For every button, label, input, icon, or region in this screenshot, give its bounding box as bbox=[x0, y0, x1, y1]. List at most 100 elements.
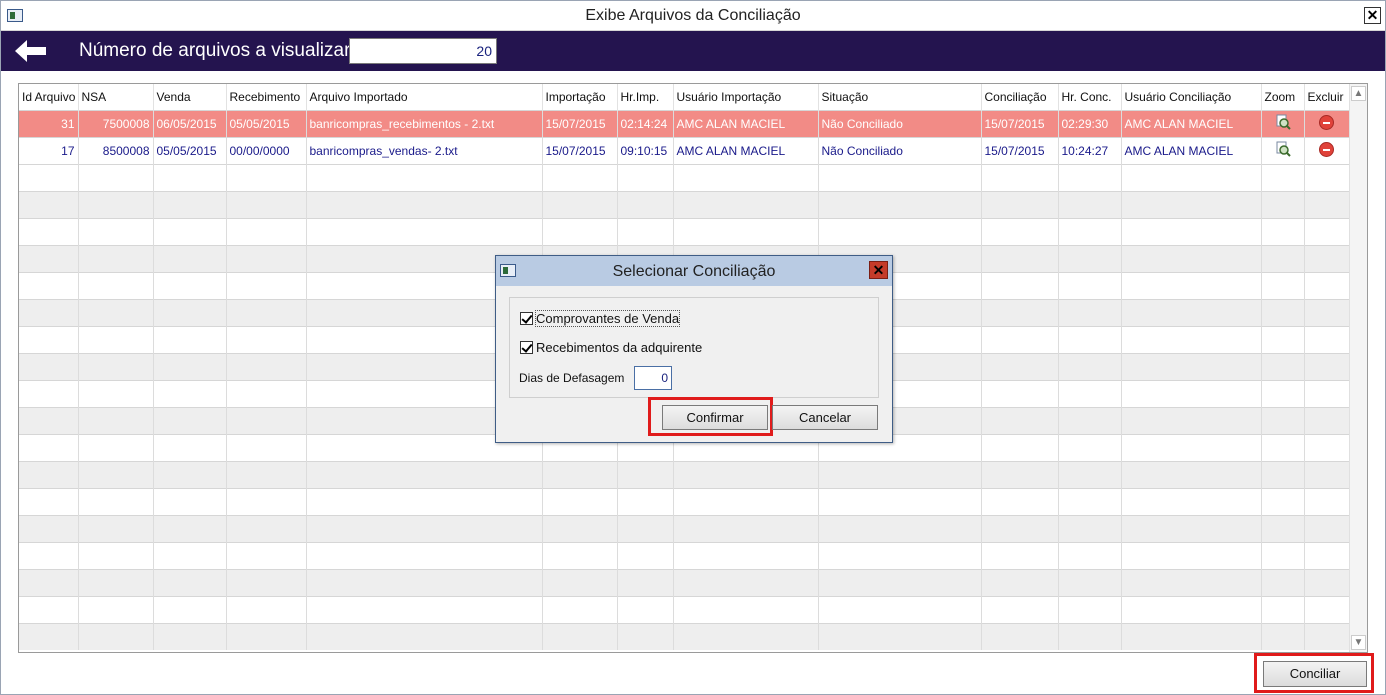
empty-cell bbox=[981, 325, 1059, 353]
table-row[interactable] bbox=[19, 622, 1350, 650]
checkbox-vendas-label: Comprovantes de Venda bbox=[534, 310, 681, 327]
empty-cell bbox=[226, 622, 307, 650]
empty-cell bbox=[19, 541, 79, 569]
checkbox-recebimentos-row[interactable]: Recebimentos da adquirente bbox=[520, 340, 702, 355]
checkbox-vendas-row[interactable]: Comprovantes de Venda bbox=[520, 310, 681, 327]
column-header[interactable]: Importação bbox=[542, 84, 618, 110]
empty-cell bbox=[981, 271, 1059, 299]
scroll-up-icon[interactable]: ▲ bbox=[1351, 86, 1366, 101]
empty-cell bbox=[818, 541, 982, 569]
close-icon[interactable]: ✕ bbox=[1364, 7, 1381, 24]
empty-cell bbox=[153, 352, 227, 380]
empty-cell bbox=[1058, 406, 1122, 434]
column-header[interactable]: Zoom bbox=[1261, 84, 1305, 110]
column-header[interactable]: Arquivo Importado bbox=[306, 84, 543, 110]
table-row[interactable] bbox=[19, 217, 1350, 245]
empty-cell bbox=[226, 217, 307, 245]
empty-cell bbox=[226, 514, 307, 542]
empty-cell bbox=[617, 190, 674, 218]
empty-cell bbox=[306, 514, 543, 542]
empty-cell bbox=[1121, 163, 1262, 191]
checkbox-vendas[interactable] bbox=[520, 312, 533, 325]
back-arrow-icon[interactable] bbox=[13, 37, 49, 65]
empty-cell bbox=[1261, 541, 1305, 569]
empty-cell bbox=[19, 325, 79, 353]
dias-defasagem-input[interactable]: 0 bbox=[634, 366, 672, 390]
empty-cell bbox=[19, 460, 79, 488]
cell-usuario-imp: AMC ALAN MACIEL bbox=[673, 136, 819, 164]
table-row[interactable] bbox=[19, 514, 1350, 542]
table-row[interactable] bbox=[19, 190, 1350, 218]
empty-cell bbox=[153, 379, 227, 407]
empty-cell bbox=[673, 217, 819, 245]
empty-cell bbox=[818, 568, 982, 596]
empty-cell bbox=[1304, 190, 1350, 218]
empty-cell bbox=[818, 595, 982, 623]
column-header[interactable]: Usuário Importação bbox=[673, 84, 819, 110]
empty-cell bbox=[617, 217, 674, 245]
empty-cell bbox=[1058, 298, 1122, 326]
table-row[interactable]: 17 8500008 05/05/2015 00/00/0000 banrico… bbox=[19, 136, 1350, 164]
empty-cell bbox=[1304, 325, 1350, 353]
table-row[interactable]: 31 7500008 06/05/2015 05/05/2015 banrico… bbox=[19, 109, 1350, 137]
empty-cell bbox=[19, 379, 79, 407]
empty-cell bbox=[1304, 487, 1350, 515]
zoom-icon[interactable] bbox=[1275, 141, 1291, 157]
empty-cell bbox=[306, 487, 543, 515]
cancelar-button[interactable]: Cancelar bbox=[772, 405, 878, 430]
table-row[interactable] bbox=[19, 460, 1350, 488]
empty-cell bbox=[19, 352, 79, 380]
cell-id: 17 bbox=[19, 136, 79, 164]
vertical-scrollbar[interactable]: ▲ ▼ bbox=[1349, 84, 1367, 652]
column-header[interactable]: Situação bbox=[818, 84, 982, 110]
empty-cell bbox=[981, 352, 1059, 380]
column-header[interactable]: Id Arquivo bbox=[19, 84, 79, 110]
file-count-input[interactable]: 20 bbox=[349, 38, 497, 64]
delete-icon[interactable] bbox=[1319, 141, 1334, 157]
delete-icon[interactable] bbox=[1319, 114, 1334, 130]
column-header[interactable]: Hr.Imp. bbox=[617, 84, 674, 110]
conciliar-button[interactable]: Conciliar bbox=[1263, 661, 1367, 687]
empty-cell bbox=[1058, 379, 1122, 407]
zoom-icon[interactable] bbox=[1275, 114, 1291, 130]
column-header[interactable]: Recebimento bbox=[226, 84, 307, 110]
table-row[interactable] bbox=[19, 568, 1350, 596]
column-header[interactable]: Venda bbox=[153, 84, 227, 110]
column-header[interactable]: Conciliação bbox=[981, 84, 1059, 110]
column-header[interactable]: Excluir bbox=[1304, 84, 1350, 110]
empty-cell bbox=[1121, 487, 1262, 515]
empty-cell bbox=[78, 568, 154, 596]
empty-cell bbox=[542, 622, 618, 650]
confirmar-button[interactable]: Confirmar bbox=[662, 405, 768, 430]
empty-cell bbox=[1121, 190, 1262, 218]
cell-venda: 05/05/2015 bbox=[153, 136, 227, 164]
checkbox-recebimentos[interactable] bbox=[520, 341, 533, 354]
cell-excluir bbox=[1304, 109, 1350, 137]
empty-cell bbox=[1261, 217, 1305, 245]
file-count-label: Número de arquivos a visualizar bbox=[79, 40, 351, 61]
column-header[interactable]: NSA bbox=[78, 84, 154, 110]
empty-cell bbox=[19, 433, 79, 461]
empty-cell bbox=[981, 379, 1059, 407]
empty-cell bbox=[78, 217, 154, 245]
column-header[interactable]: Usuário Conciliação bbox=[1121, 84, 1262, 110]
cell-situacao: Não Conciliado bbox=[818, 109, 982, 137]
table-row[interactable] bbox=[19, 541, 1350, 569]
scroll-down-icon[interactable]: ▼ bbox=[1351, 635, 1366, 650]
column-header[interactable]: Hr. Conc. bbox=[1058, 84, 1122, 110]
table-row[interactable] bbox=[19, 595, 1350, 623]
empty-cell bbox=[617, 568, 674, 596]
empty-cell bbox=[306, 541, 543, 569]
table-row[interactable] bbox=[19, 163, 1350, 191]
empty-cell bbox=[1304, 244, 1350, 272]
empty-cell bbox=[981, 298, 1059, 326]
dialog-close-icon[interactable]: ✕ bbox=[869, 261, 888, 279]
empty-cell bbox=[617, 541, 674, 569]
table-row[interactable] bbox=[19, 487, 1350, 515]
empty-cell bbox=[1304, 379, 1350, 407]
options-panel: Comprovantes de Venda Recebimentos da ad… bbox=[509, 297, 879, 398]
empty-cell bbox=[78, 352, 154, 380]
empty-cell bbox=[153, 595, 227, 623]
empty-cell bbox=[673, 460, 819, 488]
empty-cell bbox=[673, 568, 819, 596]
